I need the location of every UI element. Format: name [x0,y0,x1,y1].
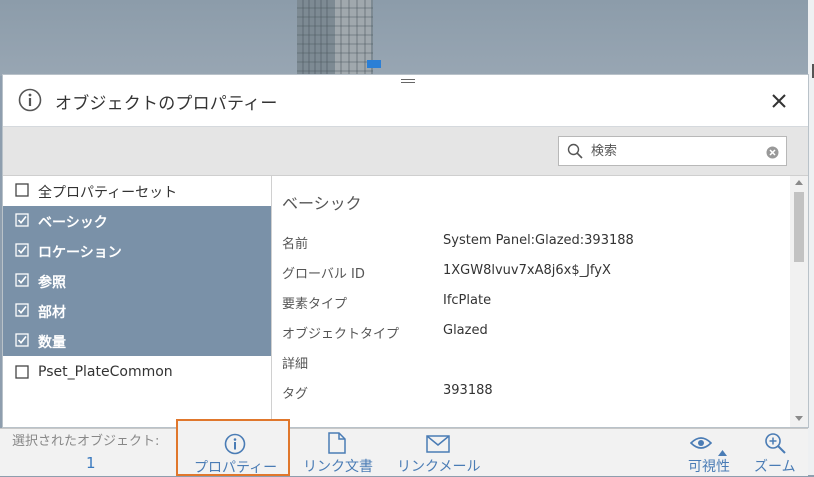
search-bar [3,127,808,176]
checkbox-checked-icon[interactable] [15,303,29,317]
visibility-button[interactable]: 可視性 [684,429,740,476]
search-box[interactable] [558,136,787,166]
3d-viewport[interactable] [0,0,814,76]
scroll-down-icon[interactable] [795,416,803,421]
clear-search-icon[interactable] [766,144,779,163]
property-set-quantity[interactable]: 数量 [3,326,271,356]
checkbox-checked-icon[interactable] [15,213,29,227]
property-set-label: Pset_PlateCommon [38,364,173,380]
property-row: 要素タイプ IfcPlate [282,293,792,315]
property-value: 1XGW8lvuv7xA8j6x$_JfyX [443,263,611,278]
document-icon [328,432,346,458]
zoom-label: ズーム [754,459,796,475]
property-row: 詳細 [282,353,792,375]
property-value: IfcPlate [443,293,492,308]
properties-button[interactable]: プロパティー [176,419,290,476]
property-set-location[interactable]: ロケーション [3,236,271,266]
link-document-label: リンク文書 [303,459,373,475]
info-icon [18,88,42,116]
property-value: System Panel:Glazed:393188 [443,233,634,248]
property-set-all[interactable]: 全プロパティーセット [3,176,271,206]
eye-icon [689,435,713,454]
link-mail-label: リンクメール [397,459,481,475]
property-details: ベーシック 名前 System Panel:Glazed:393188 グローバル… [272,176,808,427]
section-title: ベーシック [282,194,362,213]
zoom-in-icon [764,432,786,458]
mail-icon [426,435,450,457]
link-document-button[interactable]: リンク文書 [300,429,380,476]
property-set-label: ベーシック [38,215,108,231]
search-input[interactable] [589,140,763,162]
property-set-list: 全プロパティーセット ベーシック ロケーション 参照 部材 数量 Pset_Pl… [3,176,272,427]
property-set-label: 数量 [38,335,66,351]
property-set-label: 全プロパティーセット [38,185,178,201]
bottom-toolbar: 選択されたオブジェクト: 1 プロパティー リンク文書 リンクメール 可視性 ズ… [0,419,808,476]
close-icon [772,94,786,108]
property-value: Glazed [443,323,488,338]
panel-header: オブジェクトのプロパティー [3,75,808,127]
visibility-label: 可視性 [688,459,730,475]
property-set-member[interactable]: 部材 [3,296,271,326]
property-set-basic[interactable]: ベーシック [3,206,271,236]
property-key: グローバル ID [282,267,365,282]
property-key: 詳細 [282,357,309,372]
property-key: タグ [282,387,309,402]
property-set-label: ロケーション [38,245,122,261]
properties-panel: オブジェクトのプロパティー 全プロパティーセット ベーシック ロケーション 参照… [2,74,809,428]
property-value: 393188 [443,383,493,398]
property-key: 名前 [282,237,309,252]
checkbox-checked-icon[interactable] [15,273,29,287]
property-row: オブジェクトタイプ Glazed [282,323,792,345]
scroll-up-icon[interactable] [795,180,803,185]
link-mail-button[interactable]: リンクメール [394,429,486,476]
building-model[interactable] [297,0,387,76]
details-scrollbar[interactable] [790,176,808,427]
checkbox-checked-icon[interactable] [15,243,29,257]
selected-objects-count: 1 [86,454,96,472]
zoom-button[interactable]: ズーム [752,429,802,476]
scroll-thumb[interactable] [794,192,804,262]
close-button[interactable] [765,87,793,115]
property-row: グローバル ID 1XGW8lvuv7xA8j6x$_JfyX [282,263,792,285]
properties-label: プロパティー [194,460,278,476]
checkbox-unchecked-icon[interactable] [15,183,29,197]
property-key: オブジェクトタイプ [282,327,400,342]
property-row: タグ 393188 [282,383,792,405]
property-set-reference[interactable]: 参照 [3,266,271,296]
property-set-label: 参照 [38,275,66,291]
checkbox-unchecked-icon[interactable] [15,365,29,379]
property-set-label: 部材 [38,305,66,321]
property-key: 要素タイプ [282,297,348,312]
property-row: 名前 System Panel:Glazed:393188 [282,233,792,255]
panel-title: オブジェクトのプロパティー [55,94,278,114]
selected-objects-label: 選択されたオブジェクト: [12,434,160,449]
search-icon [567,143,583,163]
checkbox-checked-icon[interactable] [15,333,29,347]
info-icon [224,433,246,459]
property-set-pset-platecommon[interactable]: Pset_PlateCommon [3,358,271,388]
